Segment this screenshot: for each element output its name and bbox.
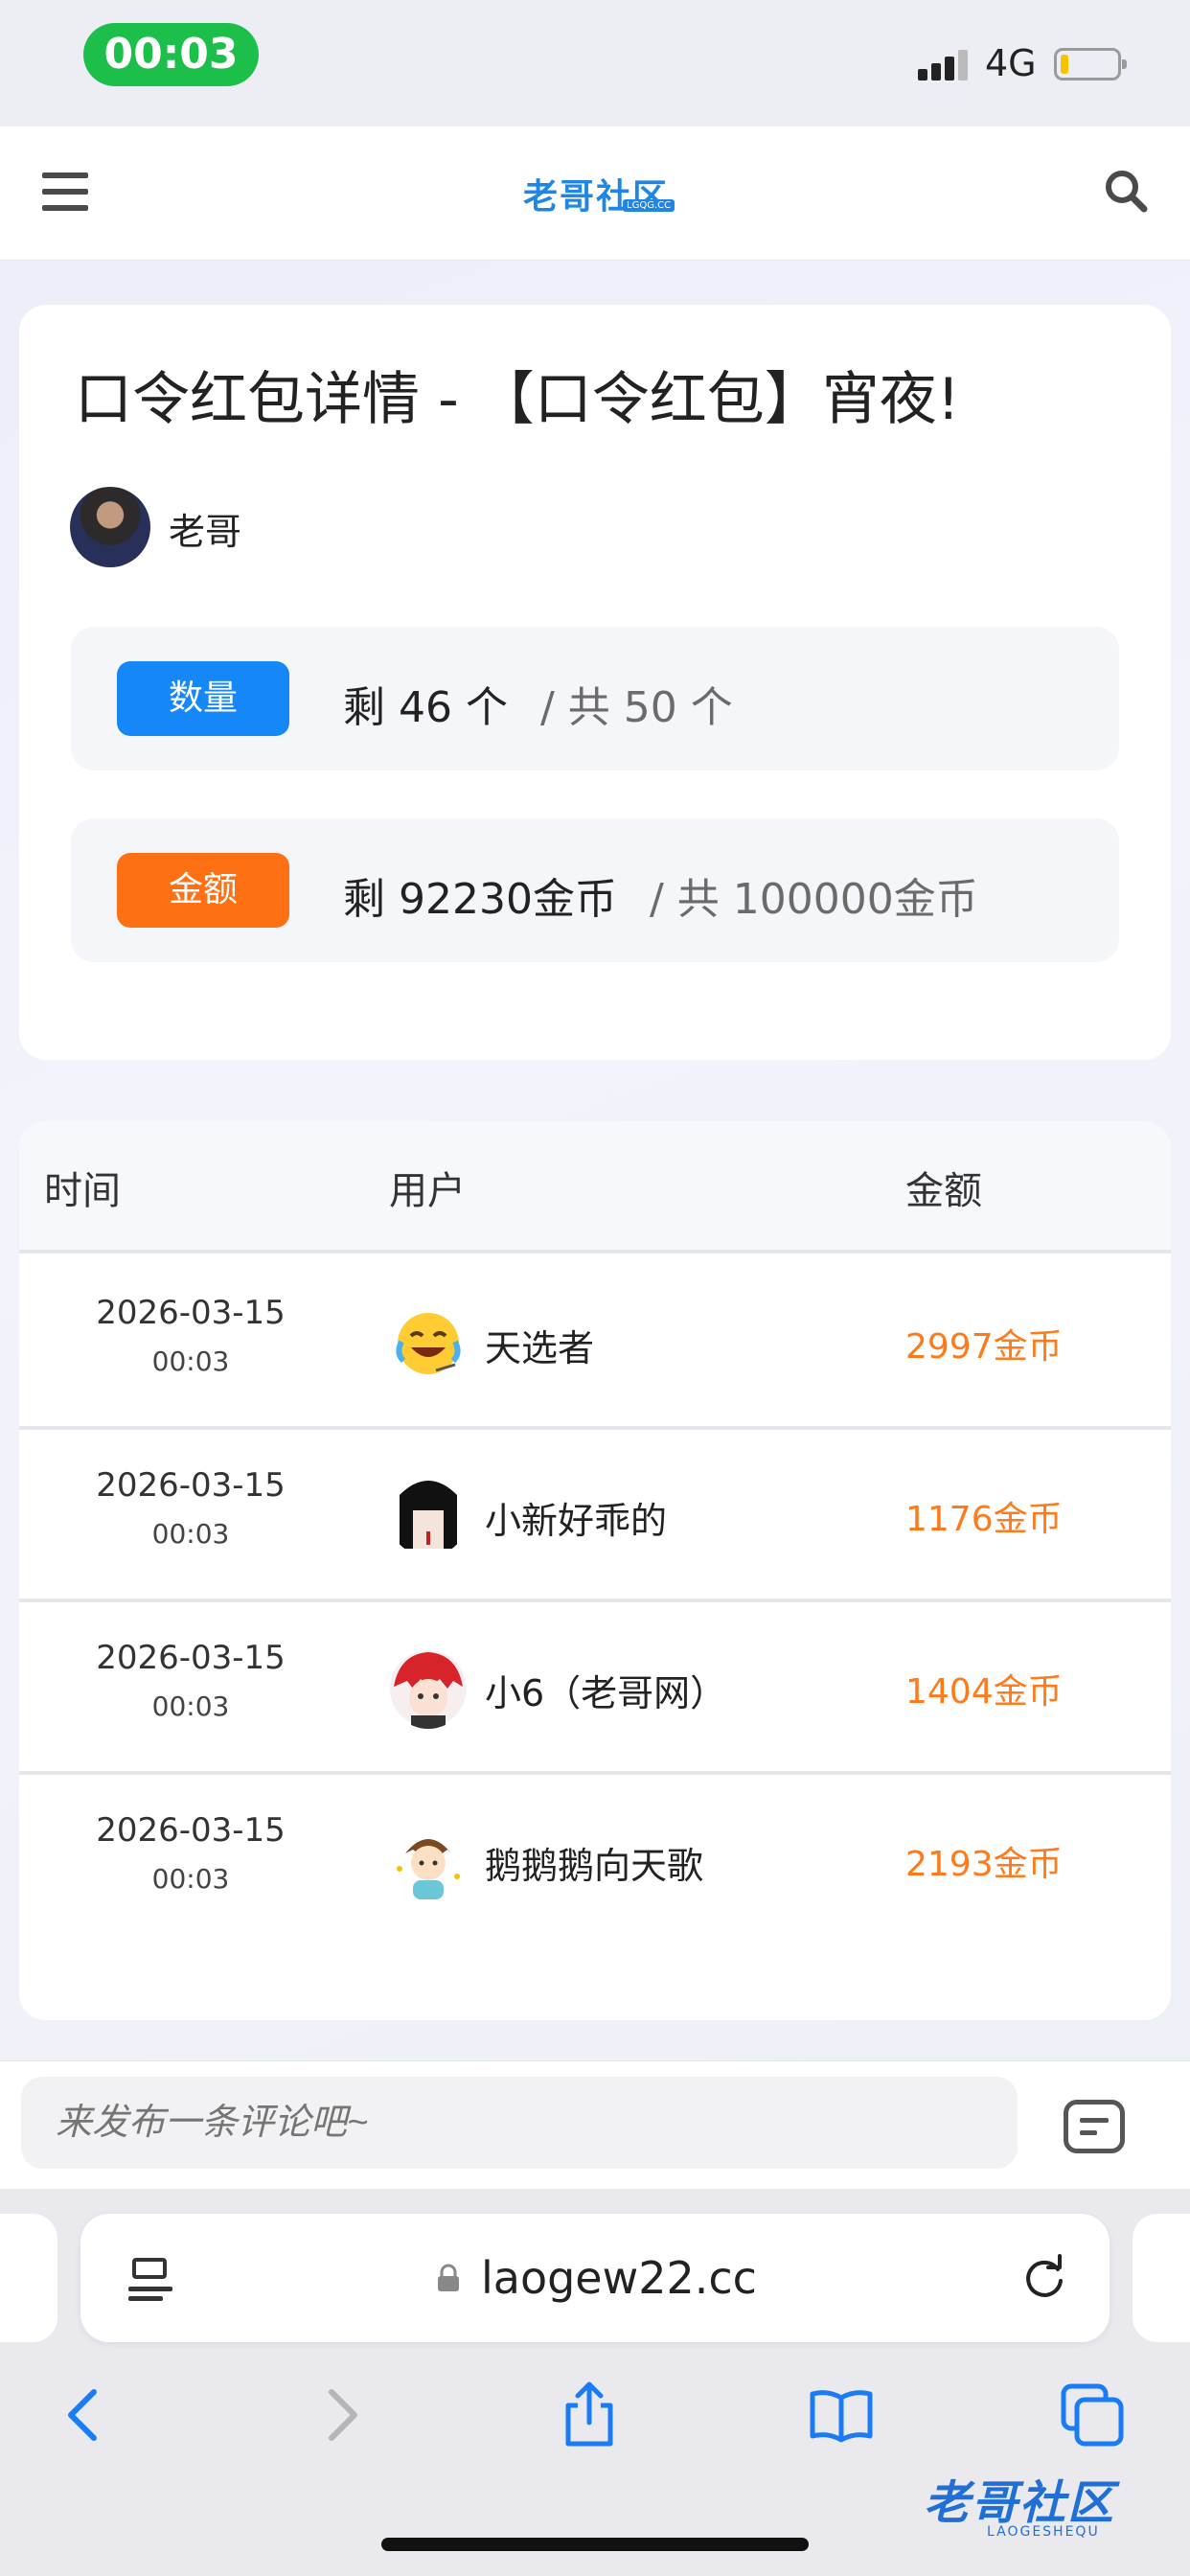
header-user: 用户 — [389, 1169, 466, 1213]
back-icon[interactable] — [46, 2377, 123, 2453]
watermark-subtext: LAOGESHEQU — [987, 2524, 1100, 2540]
quantity-box: 数量 剩 46 个 / 共 50 个 — [71, 627, 1119, 770]
row-time: 00:03 — [151, 1863, 230, 1895]
row-amount: 2193金币 — [905, 1845, 1063, 1884]
bookmarks-icon[interactable] — [803, 2377, 880, 2453]
row-date: 2026-03-15 — [96, 1294, 286, 1332]
table-row: 2026-03-15 00:03 天选者 2997金币 — [19, 1257, 1171, 1430]
row-user[interactable]: 小新好乖的 — [485, 1491, 667, 1544]
row-date: 2026-03-15 — [96, 1466, 286, 1505]
forward-icon[interactable] — [303, 2377, 379, 2453]
table-row: 2026-03-15 00:03 鹅鹅鹅向天歌 2193金币 — [19, 1775, 1171, 1947]
watermark-text: 老哥社区 — [924, 2476, 1116, 2530]
row-user[interactable]: 鹅鹅鹅向天歌 — [485, 1836, 703, 1889]
page-menu-icon[interactable] — [128, 2256, 172, 2301]
comment-input[interactable] — [21, 2077, 1018, 2169]
address-bar[interactable]: laogew22.cc — [80, 2214, 1110, 2342]
status-time: 00:03 — [83, 23, 259, 86]
table-row: 2026-03-15 00:03 小新好乖的 1176金币 — [19, 1430, 1171, 1602]
author-avatar[interactable] — [70, 487, 150, 567]
tabs-icon[interactable] — [1054, 2377, 1131, 2453]
status-bar: 00:03 4G — [0, 0, 1190, 126]
row-amount: 2997金币 — [905, 1327, 1063, 1367]
lock-icon — [438, 2264, 459, 2291]
logo-subtext: LGQG.CC — [623, 199, 675, 212]
anime-girl-avatar[interactable] — [388, 1476, 469, 1556]
site-header: 老哥社区 LGQG.CC — [0, 126, 1190, 261]
row-time: 00:03 — [151, 1518, 230, 1550]
site-logo[interactable]: 老哥社区 LGQG.CC — [523, 169, 676, 220]
red-packet-detail-card: 口令红包详情 - 【口令红包】宵夜! 老哥 数量 剩 46 个 / 共 50 个… — [19, 305, 1171, 1060]
home-indicator — [381, 2538, 809, 2551]
claim-records-table: 时间 用户 金额 2026-03-15 00:03 天选者 2997金币 202… — [19, 1121, 1171, 2020]
row-time: 00:03 — [151, 1346, 230, 1377]
amount-box: 金额 剩 92230金币 / 共 100000金币 — [71, 818, 1119, 962]
previous-tab[interactable] — [0, 2214, 57, 2342]
author-name[interactable]: 老哥 — [169, 502, 241, 555]
comment-icon[interactable] — [1064, 2100, 1125, 2153]
comment-bar — [0, 2060, 1190, 2189]
search-icon[interactable] — [1104, 169, 1148, 213]
reload-icon[interactable] — [1019, 2252, 1069, 2302]
header-amount: 金额 — [905, 1169, 982, 1213]
laughing-emoji-avatar[interactable] — [388, 1303, 469, 1384]
browser-chrome: laogew22.cc 老哥社区 LAOGESHEQU — [0, 2189, 1190, 2576]
table-header: 时间 用户 金额 — [19, 1121, 1171, 1254]
cellular-signal-icon — [918, 48, 968, 80]
amount-tag: 金额 — [117, 853, 289, 928]
page-title: 口令红包详情 - 【口令红包】宵夜! — [75, 366, 960, 433]
quantity-tag: 数量 — [117, 661, 289, 736]
amount-remaining: 剩 92230金币 — [343, 875, 617, 924]
quantity-remaining: 剩 46 个 — [343, 683, 508, 732]
share-icon[interactable] — [551, 2377, 628, 2453]
row-date: 2026-03-15 — [96, 1639, 286, 1677]
row-user[interactable]: 小6（老哥网） — [485, 1664, 726, 1716]
quantity-total: / 共 50 个 — [540, 683, 733, 732]
row-time: 00:03 — [151, 1690, 230, 1722]
row-amount: 1176金币 — [905, 1500, 1063, 1539]
row-amount: 1404金币 — [905, 1672, 1063, 1712]
menu-icon[interactable] — [42, 172, 88, 211]
battery-icon — [1054, 48, 1127, 80]
row-user[interactable]: 天选者 — [485, 1319, 594, 1371]
url-text[interactable]: laogew22.cc — [481, 2252, 757, 2304]
row-date: 2026-03-15 — [96, 1811, 286, 1850]
amount-total: / 共 100000金币 — [650, 875, 978, 924]
cartoon-boy-avatar[interactable] — [388, 1821, 469, 1901]
table-row: 2026-03-15 00:03 小6（老哥网） 1404金币 — [19, 1602, 1171, 1775]
network-type: 4G — [985, 42, 1037, 84]
header-time: 时间 — [44, 1169, 121, 1213]
next-tab[interactable] — [1133, 2214, 1190, 2342]
red-hair-anime-avatar[interactable] — [388, 1648, 469, 1729]
